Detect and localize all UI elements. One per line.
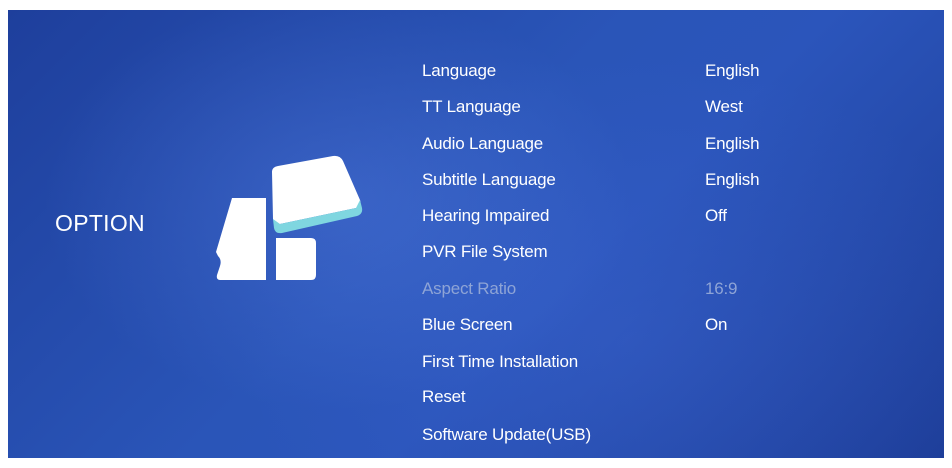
menu-item-pvr-file-system[interactable]: PVR File System [422, 237, 892, 267]
menu-item-label: Subtitle Language [422, 170, 556, 189]
menu-item-label: Hearing Impaired [422, 206, 550, 225]
menu-item-value: English [705, 134, 760, 153]
menu-item-label: Blue Screen [422, 315, 513, 334]
menu-item-tt-language[interactable]: TT Language West [422, 92, 892, 122]
menu-item-value: West [705, 97, 743, 116]
menu-item-label: Reset [422, 387, 466, 406]
menu-item-label: TT Language [422, 97, 521, 116]
menu-item-label: Audio Language [422, 134, 544, 153]
menu-item-aspect-ratio: Aspect Ratio 16:9 [422, 274, 892, 304]
menu-item-label: Language [422, 61, 497, 80]
menu-item-blue-screen[interactable]: Blue Screen On [422, 310, 892, 340]
menu-item-language[interactable]: Language English [422, 56, 892, 86]
menu-item-audio-language[interactable]: Audio Language English [422, 129, 892, 159]
menu-item-label: PVR File System [422, 242, 548, 261]
menu-item-subtitle-language[interactable]: Subtitle Language English [422, 165, 892, 195]
menu-item-value: English [705, 61, 760, 80]
menu-item-value: Off [705, 206, 727, 225]
menu-item-hearing-impaired[interactable]: Hearing Impaired Off [422, 201, 892, 231]
tv-option-menu-screen: OPTION Language English TT Language West Aud… [8, 10, 944, 458]
menu-item-label: First Time Installation [422, 352, 579, 371]
option-menu-list: Language English TT Language West Audio Lang… [8, 10, 944, 458]
menu-item-first-time-installation[interactable]: First Time Installation [422, 347, 892, 377]
menu-item-label: Software Update(USB) [422, 425, 591, 444]
menu-item-reset[interactable]: Reset [422, 382, 892, 412]
menu-item-label: Aspect Ratio [422, 279, 516, 298]
menu-item-software-update-usb[interactable]: Software Update(USB) [422, 420, 892, 450]
menu-item-value: 16:9 [705, 279, 738, 298]
menu-item-value: English [705, 170, 760, 189]
menu-item-value: On [705, 315, 728, 334]
